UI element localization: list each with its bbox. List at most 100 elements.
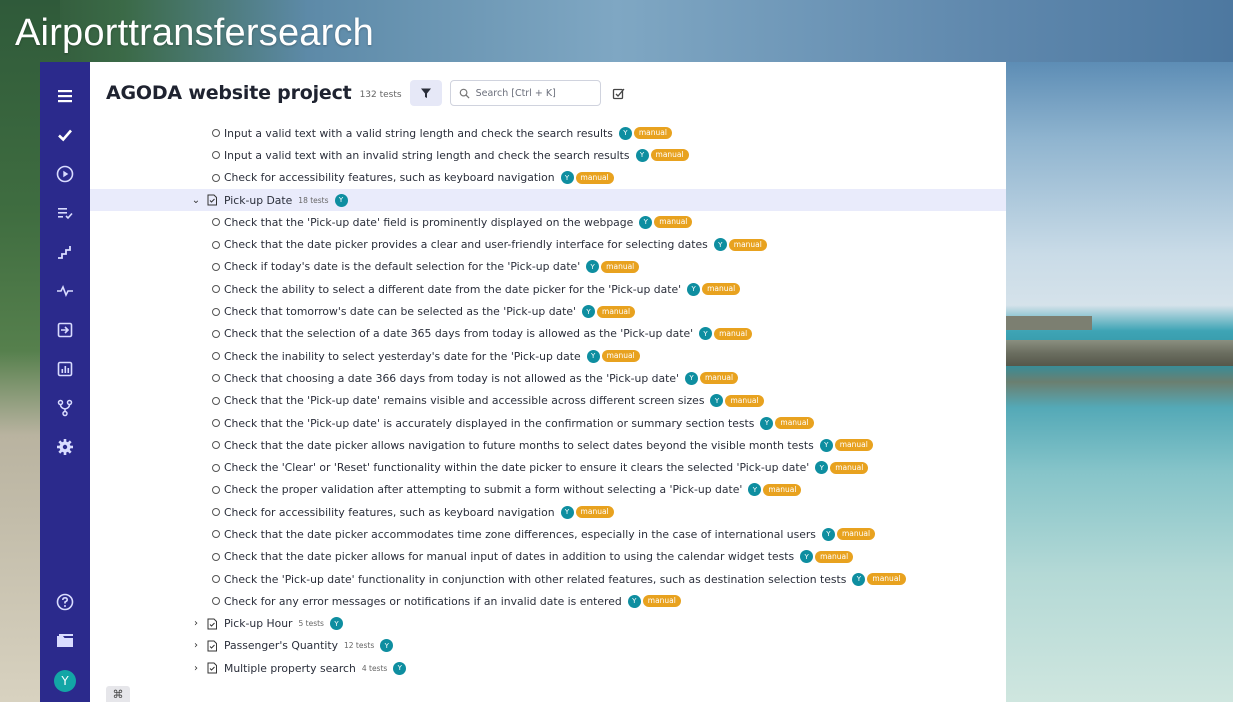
assignee-badge: Y: [760, 416, 774, 430]
manual-badge: manual: [575, 171, 614, 184]
assignee-badge: Y: [618, 126, 632, 140]
test-row[interactable]: Check for accessibility features, such a…: [90, 501, 1006, 523]
chevron-right-icon[interactable]: ›: [190, 640, 202, 651]
chevron-right-icon[interactable]: ›: [190, 663, 202, 674]
test-title[interactable]: Check for any error messages or notifica…: [224, 595, 622, 608]
test-title[interactable]: Check that tomorrow's date can be select…: [224, 305, 576, 318]
assignee-badge: Y: [380, 639, 394, 653]
test-row[interactable]: Check that the 'Pick-up date' field is p…: [90, 211, 1006, 233]
export-button[interactable]: [611, 85, 627, 101]
test-title[interactable]: Check for accessibility features, such a…: [224, 171, 555, 184]
project-title: AGODA website project: [106, 82, 352, 104]
test-bullet-icon: [212, 485, 220, 494]
test-row[interactable]: Check that choosing a date 366 days from…: [90, 367, 1006, 389]
manual-badge: manual: [633, 127, 672, 140]
test-title[interactable]: Check if today's date is the default sel…: [224, 260, 580, 273]
export-icon: [612, 88, 625, 100]
test-row[interactable]: Check for any error messages or notifica…: [90, 590, 1006, 612]
test-title[interactable]: Check that the 'Pick-up date' remains vi…: [224, 394, 704, 407]
test-row[interactable]: Check that the selection of a date 365 d…: [90, 323, 1006, 345]
filter-button[interactable]: [409, 80, 442, 106]
avatar[interactable]: Y: [54, 670, 76, 692]
test-bullet-icon: [212, 285, 220, 294]
collapsed-suite-list: › Pick-up Hour 5 tests Y › Passenger's Quanti…: [90, 613, 1006, 680]
test-title[interactable]: Check the 'Clear' or 'Reset' functionali…: [224, 461, 809, 474]
command-key-button[interactable]: ⌘: [106, 686, 130, 702]
suite-row[interactable]: › Passenger's Quantity 12 tests Y: [90, 635, 1006, 657]
test-title[interactable]: Check that the 'Pick-up date' is accurat…: [224, 417, 754, 430]
manual-badge: manual: [601, 260, 640, 273]
suite-name[interactable]: Multiple property search: [224, 662, 356, 675]
active-test-list: Check that the 'Pick-up date' field is p…: [90, 211, 1006, 612]
test-title[interactable]: Check that the date picker provides a cl…: [224, 238, 708, 251]
manual-badge: manual: [575, 506, 614, 519]
test-row[interactable]: Check for accessibility features, such a…: [90, 167, 1006, 189]
test-title[interactable]: Check that the date picker allows naviga…: [224, 439, 814, 452]
test-title[interactable]: Check that the date picker allows for ma…: [224, 550, 794, 563]
suite-row[interactable]: › Multiple property search 4 tests Y: [90, 657, 1006, 679]
test-row[interactable]: Check that the date picker allows naviga…: [90, 434, 1006, 456]
test-row[interactable]: Check that the date picker accommodates …: [90, 523, 1006, 545]
test-row[interactable]: Check the inability to select yesterday'…: [90, 345, 1006, 367]
bar-chart-icon[interactable]: [40, 349, 90, 388]
assignee-badge: Y: [710, 394, 724, 408]
test-title[interactable]: Input a valid text with a valid string l…: [224, 127, 613, 140]
test-bullet-icon: [212, 552, 220, 561]
chevron-down-icon[interactable]: ⌄: [190, 195, 202, 206]
test-bullet-icon: [212, 173, 220, 182]
test-title[interactable]: Check that the 'Pick-up date' field is p…: [224, 216, 633, 229]
test-title[interactable]: Check that the selection of a date 365 d…: [224, 327, 693, 340]
test-row[interactable]: Check that tomorrow's date can be select…: [90, 300, 1006, 322]
folder-icon[interactable]: [40, 621, 90, 660]
test-title[interactable]: Check the ability to select a different …: [224, 283, 681, 296]
import-icon[interactable]: [40, 310, 90, 349]
pulse-icon[interactable]: [40, 271, 90, 310]
test-row[interactable]: Check the proper validation after attemp…: [90, 479, 1006, 501]
test-bullet-icon: [212, 441, 220, 450]
test-row[interactable]: Check if today's date is the default sel…: [90, 256, 1006, 278]
assignee-badge: Y: [687, 282, 701, 296]
test-row[interactable]: Check that the date picker allows for ma…: [90, 546, 1006, 568]
test-title[interactable]: Input a valid text with an invalid strin…: [224, 149, 630, 162]
play-circle-icon[interactable]: [40, 154, 90, 193]
test-title[interactable]: Check the 'Pick-up date' functionality i…: [224, 573, 846, 586]
test-row[interactable]: Input a valid text with a valid string l…: [90, 122, 1006, 144]
help-icon[interactable]: [40, 582, 90, 621]
suite-row-pick-up-date[interactable]: ⌄ Pick-up Date 18 tests Y: [90, 188, 1006, 212]
chevron-right-icon[interactable]: ›: [190, 618, 202, 629]
test-title[interactable]: Check for accessibility features, such a…: [224, 506, 555, 519]
assignee-badge: Y: [852, 572, 866, 586]
test-row[interactable]: Check that the date picker provides a cl…: [90, 233, 1006, 255]
test-bullet-icon: [212, 597, 220, 606]
manual-badge: manual: [725, 394, 764, 407]
test-row[interactable]: Check that the 'Pick-up date' is accurat…: [90, 412, 1006, 434]
suite-row[interactable]: › Pick-up Hour 5 tests Y: [90, 613, 1006, 635]
search-input[interactable]: [475, 87, 596, 99]
suite-name[interactable]: Passenger's Quantity: [224, 639, 338, 652]
checklist-icon[interactable]: [40, 193, 90, 232]
suite-name[interactable]: Pick-up Date: [224, 194, 292, 207]
test-row[interactable]: Check the 'Clear' or 'Reset' functionali…: [90, 456, 1006, 478]
test-title[interactable]: Check that the date picker accommodates …: [224, 528, 816, 541]
test-row[interactable]: Input a valid text with an invalid strin…: [90, 144, 1006, 166]
gear-icon[interactable]: [40, 427, 90, 466]
test-title[interactable]: Check the inability to select yesterday'…: [224, 350, 581, 363]
test-row[interactable]: Check the 'Pick-up date' functionality i…: [90, 568, 1006, 590]
test-bullet-icon: [212, 218, 220, 227]
suite-name[interactable]: Pick-up Hour: [224, 617, 293, 630]
test-row[interactable]: Check the ability to select a different …: [90, 278, 1006, 300]
sidebar-top: [40, 76, 90, 466]
check-icon[interactable]: [40, 115, 90, 154]
test-bullet-icon: [212, 508, 220, 517]
test-title[interactable]: Check that choosing a date 366 days from…: [224, 372, 679, 385]
stairs-icon[interactable]: [40, 232, 90, 271]
menu-icon[interactable]: [40, 76, 90, 115]
assignee-badge: Y: [329, 617, 343, 631]
search-box[interactable]: [449, 80, 601, 106]
pre-test-list: Input a valid text with a valid string l…: [90, 122, 1006, 189]
branch-icon[interactable]: [40, 388, 90, 427]
suite-file-icon: [206, 640, 218, 652]
manual-badge: manual: [642, 595, 681, 608]
test-row[interactable]: Check that the 'Pick-up date' remains vi…: [90, 390, 1006, 412]
test-title[interactable]: Check the proper validation after attemp…: [224, 483, 742, 496]
